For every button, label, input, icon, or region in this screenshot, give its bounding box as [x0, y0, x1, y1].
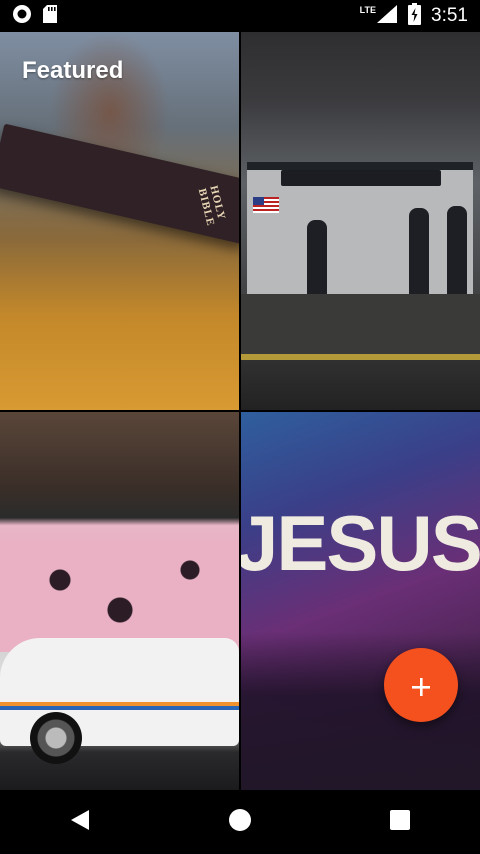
featured-label: Featured [22, 57, 124, 84]
network-type-label: LTE [359, 5, 377, 15]
back-button[interactable] [50, 792, 110, 852]
photo-tile-bible[interactable]: HOLY BIBLE Featured [0, 32, 239, 410]
recents-icon [389, 809, 411, 836]
home-button[interactable] [210, 792, 270, 852]
back-icon [69, 808, 91, 837]
train-sign-image [281, 170, 441, 186]
battery-icon [408, 2, 422, 30]
status-time: 3:51 [431, 5, 468, 26]
ambulance-stripe [0, 702, 239, 710]
mural-image [0, 540, 239, 652]
sd-card-icon [42, 4, 58, 29]
commuter-figure [307, 220, 327, 302]
jesus-sign-text: JESUS [241, 499, 480, 587]
bible-book-image [0, 123, 239, 245]
flag-image [253, 197, 279, 213]
navigation-bar [0, 790, 480, 854]
plus-icon [410, 665, 432, 705]
photo-tile-subway[interactable] [241, 32, 480, 410]
subway-platform-image [241, 294, 480, 360]
record-icon [12, 4, 32, 29]
status-bar: LTE 3:51 [0, 0, 480, 32]
photo-tile-worship[interactable]: JESUS [241, 412, 480, 790]
commuter-figure [409, 208, 429, 300]
home-icon [228, 808, 252, 837]
signal-icon [376, 4, 398, 29]
recents-button[interactable] [370, 792, 430, 852]
wheel-image [30, 712, 82, 764]
add-button[interactable] [384, 648, 458, 722]
photo-tile-mural[interactable] [0, 412, 239, 790]
